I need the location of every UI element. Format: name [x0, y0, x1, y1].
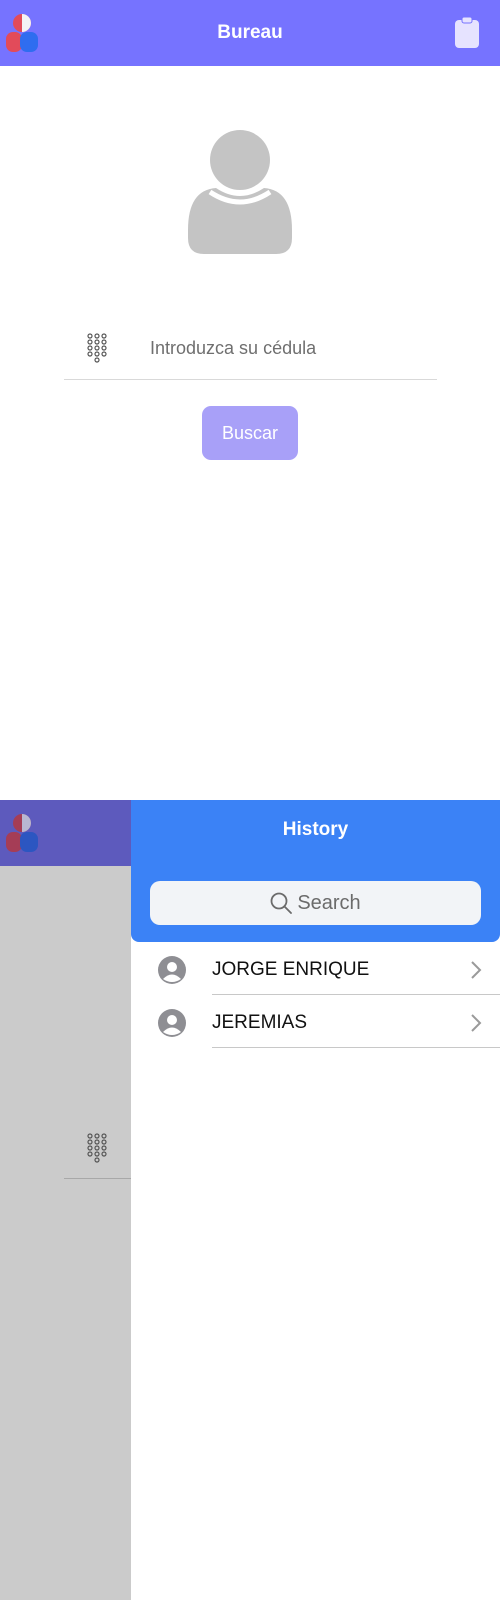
history-list: JORGE ENRIQUE JEREMIAS: [131, 942, 500, 1048]
history-search-input[interactable]: Search: [150, 881, 481, 925]
keypad-icon: [87, 1133, 107, 1163]
search-icon: [270, 892, 293, 914]
divider: [212, 1047, 500, 1048]
keypad-icon: [87, 333, 107, 363]
divider: [64, 1178, 131, 1179]
chevron-right-icon: [471, 1014, 482, 1032]
list-item[interactable]: JORGE ENRIQUE: [131, 942, 500, 995]
cedula-field: [64, 328, 437, 380]
history-item-name: JEREMIAS: [212, 1012, 308, 1033]
clipboard-icon[interactable]: [454, 17, 480, 49]
drawer-header: History Search: [131, 800, 500, 942]
drawer-title: History: [282, 819, 349, 840]
search-placeholder: Search: [297, 891, 361, 914]
app-logo-icon: [6, 814, 38, 852]
app-title: Bureau: [217, 22, 283, 43]
user-silhouette-icon: [188, 130, 292, 254]
account-circle-icon: [158, 956, 186, 984]
chevron-right-icon: [471, 961, 482, 979]
account-circle-icon: [158, 1009, 186, 1037]
buscar-button[interactable]: Buscar: [202, 406, 298, 460]
history-drawer: History Search JORGE ENRIQUE JEREMIAS: [131, 800, 500, 1600]
history-item-name: JORGE ENRIQUE: [212, 959, 370, 980]
app-bar: Bureau: [0, 0, 500, 66]
dimmed-background[interactable]: [0, 800, 131, 1600]
cedula-input[interactable]: [150, 330, 430, 366]
list-item[interactable]: JEREMIAS: [131, 995, 500, 1048]
bureau-screen: Bureau Buscar: [0, 0, 500, 800]
history-drawer-screen: History Search JORGE ENRIQUE JEREMIAS: [0, 800, 500, 1600]
dimmed-app-bar: [0, 800, 131, 866]
